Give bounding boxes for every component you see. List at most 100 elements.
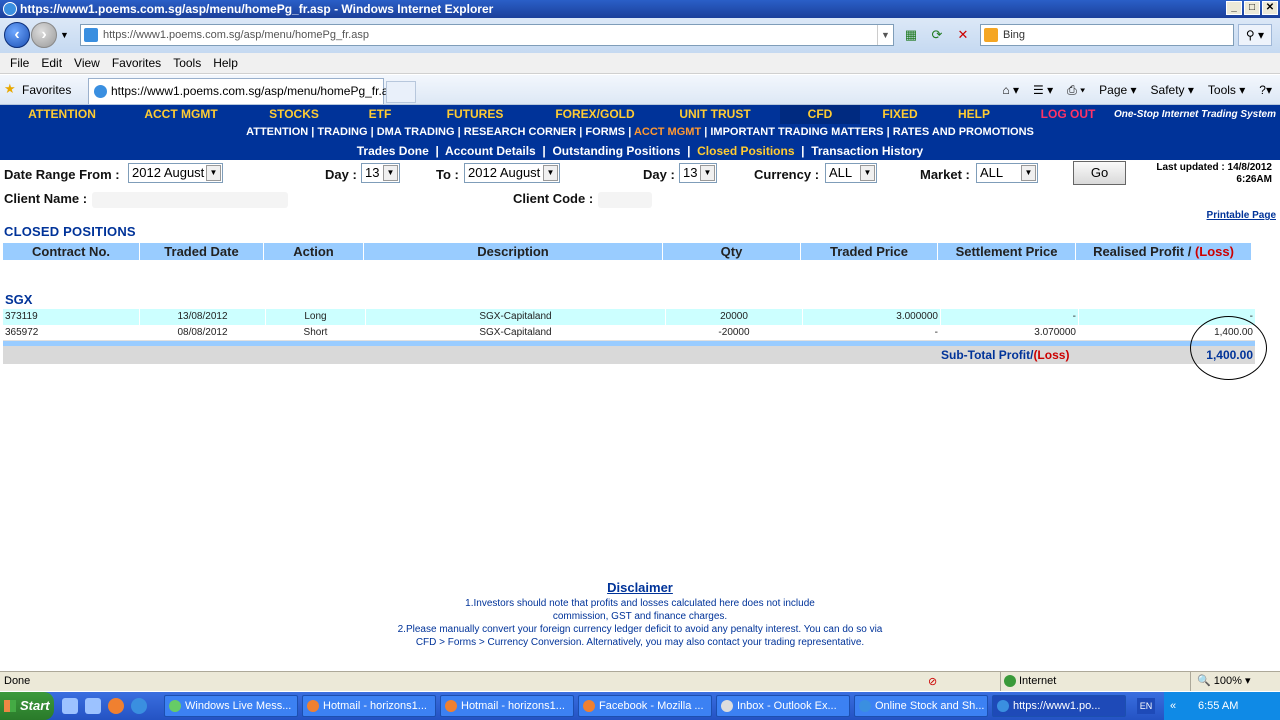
tab-outstanding-positions[interactable]: Outstanding Positions (552, 144, 680, 158)
outlook-icon (721, 700, 733, 712)
subnav-forms[interactable]: FORMS (585, 126, 625, 138)
firefox-icon (445, 700, 457, 712)
subnav-attention[interactable]: ATTENTION (246, 126, 308, 138)
col-settlement-price: Settlement Price (938, 243, 1076, 260)
new-tab-button[interactable] (386, 81, 416, 103)
site-tagline: One-Stop Internet Trading System (1113, 109, 1276, 120)
menu-favorites[interactable]: Favorites (106, 53, 167, 73)
nav-attention[interactable]: ATTENTION (0, 105, 124, 124)
date-to-select[interactable]: 2012 August ▼ (464, 163, 560, 183)
cell-date: 08/08/2012 (140, 325, 266, 340)
browser-tab[interactable]: https://www1.poems.com.sg/asp/menu/homeP… (88, 78, 401, 104)
menu-tools[interactable]: Tools (167, 53, 207, 73)
tab-account-details[interactable]: Account Details (445, 144, 536, 158)
menu-file[interactable]: File (4, 53, 35, 73)
nav-cfd[interactable]: CFD (780, 105, 860, 124)
print-icon[interactable]: ⎙ ▾ (1067, 83, 1085, 98)
last-updated-date: Last updated : 14/8/2012 (1156, 162, 1272, 173)
market-select[interactable]: ALL ▼ (976, 163, 1038, 183)
nav-acct-mgmt[interactable]: ACCT MGMT (124, 105, 238, 124)
status-bar: Done ⊘ Internet 🔍 100% ▾ (0, 671, 1280, 691)
tab-transaction-history[interactable]: Transaction History (811, 144, 923, 158)
safety-menu[interactable]: Safety ▾ (1151, 83, 1194, 98)
day-from-select[interactable]: 13 ▼ (361, 163, 400, 183)
nav-etf[interactable]: ETF (350, 105, 410, 124)
subnav-trading[interactable]: TRADING (317, 126, 367, 138)
site-sub-nav: ATTENTION | TRADING | DMA TRADING | RESE… (0, 124, 1280, 141)
nav-fixed-income[interactable]: FIXED INCOME (860, 105, 940, 140)
menu-edit[interactable]: Edit (35, 53, 68, 73)
task-label: Windows Live Mess... (185, 700, 292, 712)
search-button[interactable]: ⚲ ▾ (1238, 24, 1272, 46)
disclaimer-title[interactable]: Disclaimer (0, 580, 1280, 595)
ie-icon (859, 700, 871, 712)
security-zone: Internet (1000, 672, 1150, 691)
quicklaunch-icon[interactable] (62, 698, 78, 714)
hand-drawn-circle-annotation (1190, 316, 1267, 380)
tools-menu[interactable]: Tools ▾ (1208, 83, 1245, 98)
refresh-icon[interactable]: ⟳ (928, 26, 946, 44)
menu-help[interactable]: Help (207, 53, 244, 73)
subnav-dma-trading[interactable]: DMA TRADING (377, 126, 455, 138)
globe-icon (1004, 675, 1016, 687)
task-outlook[interactable]: Inbox - Outlook Ex... (716, 695, 850, 717)
nav-futures[interactable]: FUTURES (410, 105, 540, 124)
chevron-down-icon: ▼ (700, 165, 715, 181)
feeds-icon[interactable]: ☰ ▾ (1033, 83, 1053, 98)
tab-trades-done[interactable]: Trades Done (357, 144, 429, 158)
task-facebook[interactable]: Facebook - Mozilla ... (578, 695, 712, 717)
zoom-control[interactable]: 🔍 100% ▾ (1190, 672, 1280, 691)
close-window-button[interactable]: ✕ (1262, 1, 1278, 15)
search-input[interactable]: Bing (980, 24, 1234, 46)
cell-traded-price: 3.000000 (803, 309, 941, 325)
favorites-star-icon[interactable]: ★ (4, 81, 16, 97)
task-hotmail-2[interactable]: Hotmail - horizons1... (440, 695, 574, 717)
last-updated: Last updated : 14/8/2012 6:26AM (1156, 162, 1272, 186)
address-dropdown-icon[interactable]: ▼ (877, 25, 893, 45)
page-menu[interactable]: Page ▾ (1099, 83, 1136, 98)
quicklaunch-icon[interactable] (85, 698, 101, 714)
favorites-button[interactable]: Favorites (22, 83, 71, 97)
firefox-quicklaunch-icon[interactable] (108, 698, 124, 714)
language-indicator[interactable]: EN (1137, 698, 1155, 714)
subnav-research-corner[interactable]: RESEARCH CORNER (464, 126, 576, 138)
menu-bar: File Edit View Favorites Tools Help (0, 53, 1280, 74)
popup-blocker-icon[interactable]: ⊘ (928, 673, 937, 692)
back-button[interactable]: ‹ (4, 22, 30, 48)
currency-select[interactable]: ALL ▼ (825, 163, 877, 183)
go-button[interactable]: Go (1073, 161, 1126, 185)
task-poems-active[interactable]: https://www1.po... (992, 695, 1126, 717)
maximize-button[interactable]: □ (1244, 1, 1260, 15)
tray-expand-icon[interactable]: « (1170, 692, 1176, 720)
cell-qty: 20000 (666, 309, 803, 325)
start-button[interactable]: Start (0, 692, 54, 720)
last-updated-time: 6:26AM (1236, 174, 1272, 185)
compatibility-icon[interactable]: ▦ (902, 26, 920, 44)
printable-page-link[interactable]: Printable Page (1207, 210, 1276, 221)
home-icon[interactable]: ⌂ ▾ (1002, 83, 1019, 98)
address-bar[interactable]: https://www1.poems.com.sg/asp/menu/homeP… (80, 24, 894, 46)
nav-help[interactable]: HELP (940, 105, 1008, 124)
day-to-select[interactable]: 13 ▼ (679, 163, 717, 183)
nav-forex-gold[interactable]: FOREX/GOLD (540, 105, 650, 124)
subnav-important-trading-matters[interactable]: IMPORTANT TRADING MATTERS (710, 126, 883, 138)
nav-log-out[interactable]: LOG OUT (1008, 105, 1128, 124)
menu-view[interactable]: View (68, 53, 106, 73)
task-online-stock[interactable]: Online Stock and Sh... (854, 695, 988, 717)
tab-closed-positions[interactable]: Closed Positions (697, 144, 794, 158)
task-hotmail-1[interactable]: Hotmail - horizons1... (302, 695, 436, 717)
nav-stocks[interactable]: STOCKS (238, 105, 350, 124)
history-dropdown-icon[interactable]: ▼ (60, 30, 69, 40)
ie-quicklaunch-icon[interactable] (131, 698, 147, 714)
firefox-icon (307, 700, 319, 712)
stop-icon[interactable]: ✕ (954, 26, 972, 44)
minimize-button[interactable]: _ (1226, 1, 1242, 15)
help-icon[interactable]: ?▾ (1259, 83, 1272, 98)
subnav-acct-mgmt[interactable]: ACCT MGMT (634, 126, 701, 138)
nav-unit-trust[interactable]: UNIT TRUST (650, 105, 780, 124)
clock: 6:55 AM (1198, 700, 1239, 712)
task-windows-live[interactable]: Windows Live Mess... (164, 695, 298, 717)
subnav-rates-promotions[interactable]: RATES AND PROMOTIONS (893, 126, 1034, 138)
forward-button[interactable]: › (31, 22, 57, 48)
date-from-select[interactable]: 2012 August ▼ (128, 163, 223, 183)
